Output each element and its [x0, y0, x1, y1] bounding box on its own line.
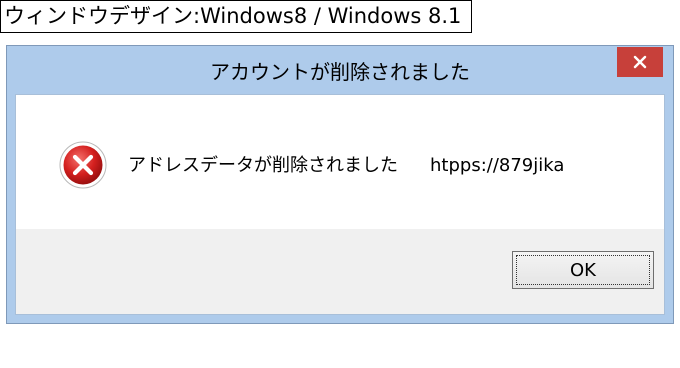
dialog-body: アドレスデータが削除されました htpps://879jika OK: [15, 94, 665, 315]
message-label: アドレスデータが削除されました: [128, 155, 398, 176]
ok-button[interactable]: OK: [512, 251, 654, 289]
dialog-window: アカウントが削除されました アドレスデータが削除されました htpps://87…: [6, 45, 674, 324]
dialog-title: アカウントが削除されました: [210, 60, 470, 84]
design-caption: ウィンドウデザイン:Windows8 / Windows 8.1: [0, 0, 472, 33]
close-button[interactable]: [617, 47, 663, 77]
close-icon: [633, 55, 647, 69]
title-bar[interactable]: アカウントが削除されました: [7, 46, 673, 94]
error-icon: [59, 141, 107, 189]
message-area: アドレスデータが削除されました htpps://879jika: [16, 95, 664, 229]
message-text: アドレスデータが削除されました htpps://879jika: [128, 151, 564, 177]
message-url: htpps://879jika: [430, 155, 565, 176]
